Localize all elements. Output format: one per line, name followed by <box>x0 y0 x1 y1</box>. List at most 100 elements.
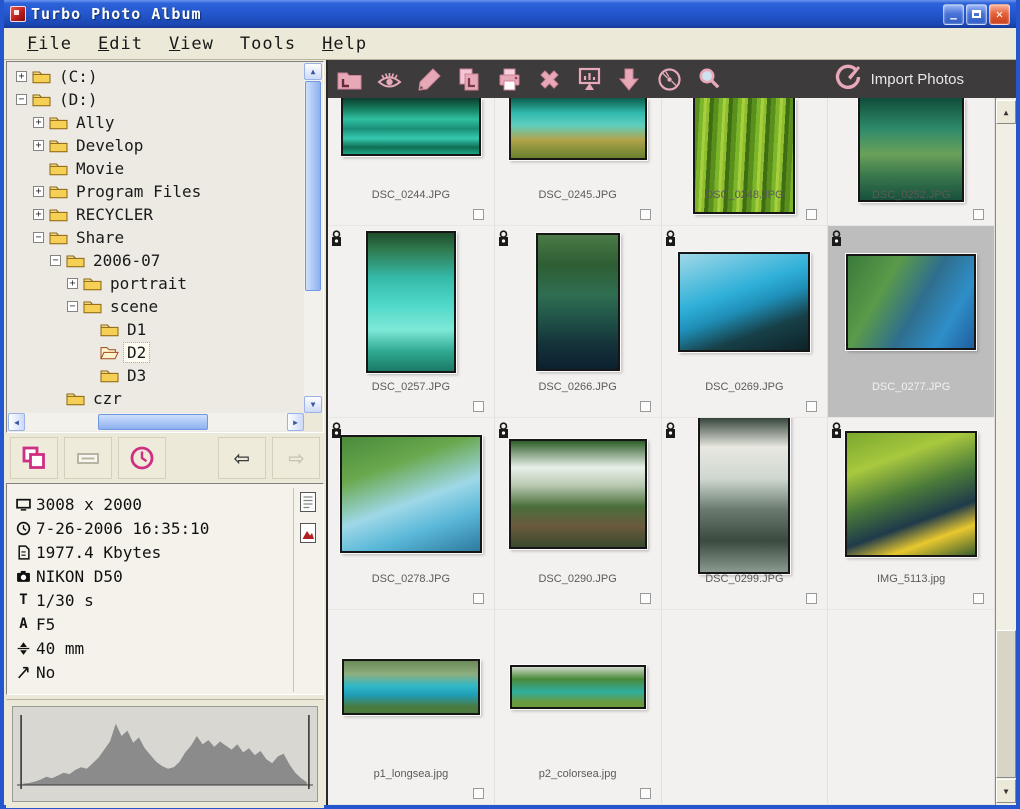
scroll-thumb[interactable] <box>98 414 208 430</box>
tree-item-d1[interactable]: D1 <box>8 318 304 341</box>
scroll-thumb[interactable] <box>305 81 321 291</box>
photo-cell[interactable]: DSC_0299.JPG <box>662 418 829 609</box>
edit-pencil-icon[interactable] <box>416 66 443 93</box>
photo-thumbnail[interactable] <box>698 418 790 574</box>
scroll-down-button[interactable]: ▼ <box>304 396 322 413</box>
photo-checkbox[interactable] <box>640 788 651 799</box>
photo-checkbox[interactable] <box>806 209 817 220</box>
photo-thumbnail[interactable] <box>341 98 481 156</box>
back-button[interactable]: ⇦ <box>218 437 266 479</box>
menu-item-tools[interactable]: Tools <box>227 31 309 57</box>
close-button[interactable]: ✕ <box>989 4 1010 25</box>
photo-checkbox[interactable] <box>473 788 484 799</box>
photo-checkbox[interactable] <box>473 593 484 604</box>
scroll-right-button[interactable]: ▶ <box>287 413 304 431</box>
tree-item-share[interactable]: −Share <box>8 226 304 249</box>
tree-item--c-[interactable]: +(C:) <box>8 65 304 88</box>
search-magnifier-icon[interactable] <box>696 66 723 93</box>
menu-item-file[interactable]: File <box>14 31 85 57</box>
photo-cell[interactable]: DSC_0248.JPG <box>662 98 829 225</box>
tree-item-develop[interactable]: +Develop <box>8 134 304 157</box>
tree-expander[interactable]: + <box>33 140 44 151</box>
tree-expander[interactable]: + <box>33 117 44 128</box>
scroll-down-button[interactable]: ▼ <box>996 779 1016 803</box>
photo-thumbnail[interactable] <box>678 252 810 352</box>
tree-vertical-scrollbar[interactable]: ▲ ▼ <box>304 63 322 413</box>
tree-expander[interactable]: − <box>33 232 44 243</box>
photo-thumbnail[interactable] <box>340 435 482 553</box>
photo-thumbnail[interactable] <box>846 254 976 350</box>
tree-item-portrait[interactable]: +portrait <box>8 272 304 295</box>
tree-expander[interactable]: − <box>50 255 61 266</box>
tree-item-scene[interactable]: −scene <box>8 295 304 318</box>
photo-cell[interactable]: DSC_0290.JPG <box>495 418 662 609</box>
photo-checkbox[interactable] <box>640 401 651 412</box>
photo-checkbox[interactable] <box>973 593 984 604</box>
delete-x-icon[interactable] <box>536 66 563 93</box>
tree-item-czr[interactable]: czr <box>8 387 304 410</box>
photo-cell[interactable]: DSC_0257.JPG <box>328 226 495 417</box>
tree-item-d3[interactable]: D3 <box>8 364 304 387</box>
scroll-left-button[interactable]: ◀ <box>8 413 25 431</box>
tree-expander[interactable]: − <box>16 94 27 105</box>
photo-cell[interactable]: DSC_0277.JPG <box>828 226 995 417</box>
list-view-button[interactable] <box>64 437 112 479</box>
photo-checkbox[interactable] <box>806 401 817 412</box>
photo-cell[interactable]: DSC_0245.JPG <box>495 98 662 225</box>
tree-item-movie[interactable]: Movie <box>8 157 304 180</box>
tree-expander[interactable]: + <box>33 186 44 197</box>
slideshow-icon[interactable] <box>576 66 603 93</box>
tree-expander[interactable]: + <box>67 278 78 289</box>
scroll-up-button[interactable]: ▲ <box>304 63 322 80</box>
photo-checkbox[interactable] <box>640 593 651 604</box>
tree-expander[interactable]: + <box>16 71 27 82</box>
menu-item-edit[interactable]: Edit <box>85 31 156 57</box>
export-down-icon[interactable] <box>616 66 643 93</box>
photo-thumbnail[interactable] <box>858 98 964 202</box>
photo-cell[interactable]: p2_colorsea.jpg <box>495 610 662 804</box>
import-photos-button[interactable]: Import Photos <box>832 62 964 96</box>
new-folder-icon[interactable] <box>336 66 363 93</box>
scroll-thumb[interactable] <box>996 630 1016 778</box>
photo-thumbnail[interactable] <box>510 665 646 709</box>
thumbnail-stack-button[interactable] <box>10 437 58 479</box>
minimize-button[interactable]: — <box>943 4 964 25</box>
menu-item-view[interactable]: View <box>156 31 227 57</box>
tree-item-program-files[interactable]: +Program Files <box>8 180 304 203</box>
photo-cell[interactable]: p1_longsea.jpg <box>328 610 495 804</box>
photo-thumbnail[interactable] <box>366 231 456 373</box>
photo-thumbnail[interactable] <box>845 431 977 557</box>
photo-thumbnail[interactable] <box>509 98 647 160</box>
photo-cell[interactable]: DSC_0266.JPG <box>495 226 662 417</box>
photo-thumbnail[interactable] <box>509 439 647 549</box>
photo-cell[interactable]: IMG_5113.jpg <box>828 418 995 609</box>
photo-cell[interactable]: DSC_0269.JPG <box>662 226 829 417</box>
photo-checkbox[interactable] <box>973 209 984 220</box>
tree-expander[interactable]: − <box>67 301 78 312</box>
photo-checkbox[interactable] <box>640 209 651 220</box>
copy-pages-icon[interactable] <box>456 66 483 93</box>
sort-by-time-button[interactable] <box>118 437 166 479</box>
tree-item-2006-07[interactable]: −2006-07 <box>8 249 304 272</box>
grid-vertical-scrollbar[interactable]: ▲ ▼ <box>995 98 1016 805</box>
tree-horizontal-scrollbar[interactable]: ◀ ▶ <box>8 413 304 431</box>
maximize-button[interactable] <box>966 4 987 25</box>
photo-checkbox[interactable] <box>806 593 817 604</box>
menu-item-help[interactable]: Help <box>309 31 380 57</box>
tree-item--d-[interactable]: −(D:) <box>8 88 304 111</box>
photo-checkbox[interactable] <box>473 401 484 412</box>
tree-item-d2[interactable]: D2 <box>8 341 304 364</box>
tree-item-recycler[interactable]: +RECYCLER <box>8 203 304 226</box>
photo-thumbnail[interactable] <box>536 233 620 371</box>
disc-icon[interactable] <box>656 66 683 93</box>
scroll-up-button[interactable]: ▲ <box>996 100 1016 124</box>
text-info-button[interactable] <box>298 490 318 514</box>
tree-item-ally[interactable]: +Ally <box>8 111 304 134</box>
image-info-button[interactable] <box>298 521 318 545</box>
photo-thumbnail[interactable] <box>342 659 480 715</box>
photo-cell[interactable]: DSC_0252.JPG <box>828 98 995 225</box>
photo-checkbox[interactable] <box>473 209 484 220</box>
view-eye-icon[interactable] <box>376 66 403 93</box>
photo-cell[interactable]: DSC_0244.JPG <box>328 98 495 225</box>
print-icon[interactable] <box>496 66 523 93</box>
